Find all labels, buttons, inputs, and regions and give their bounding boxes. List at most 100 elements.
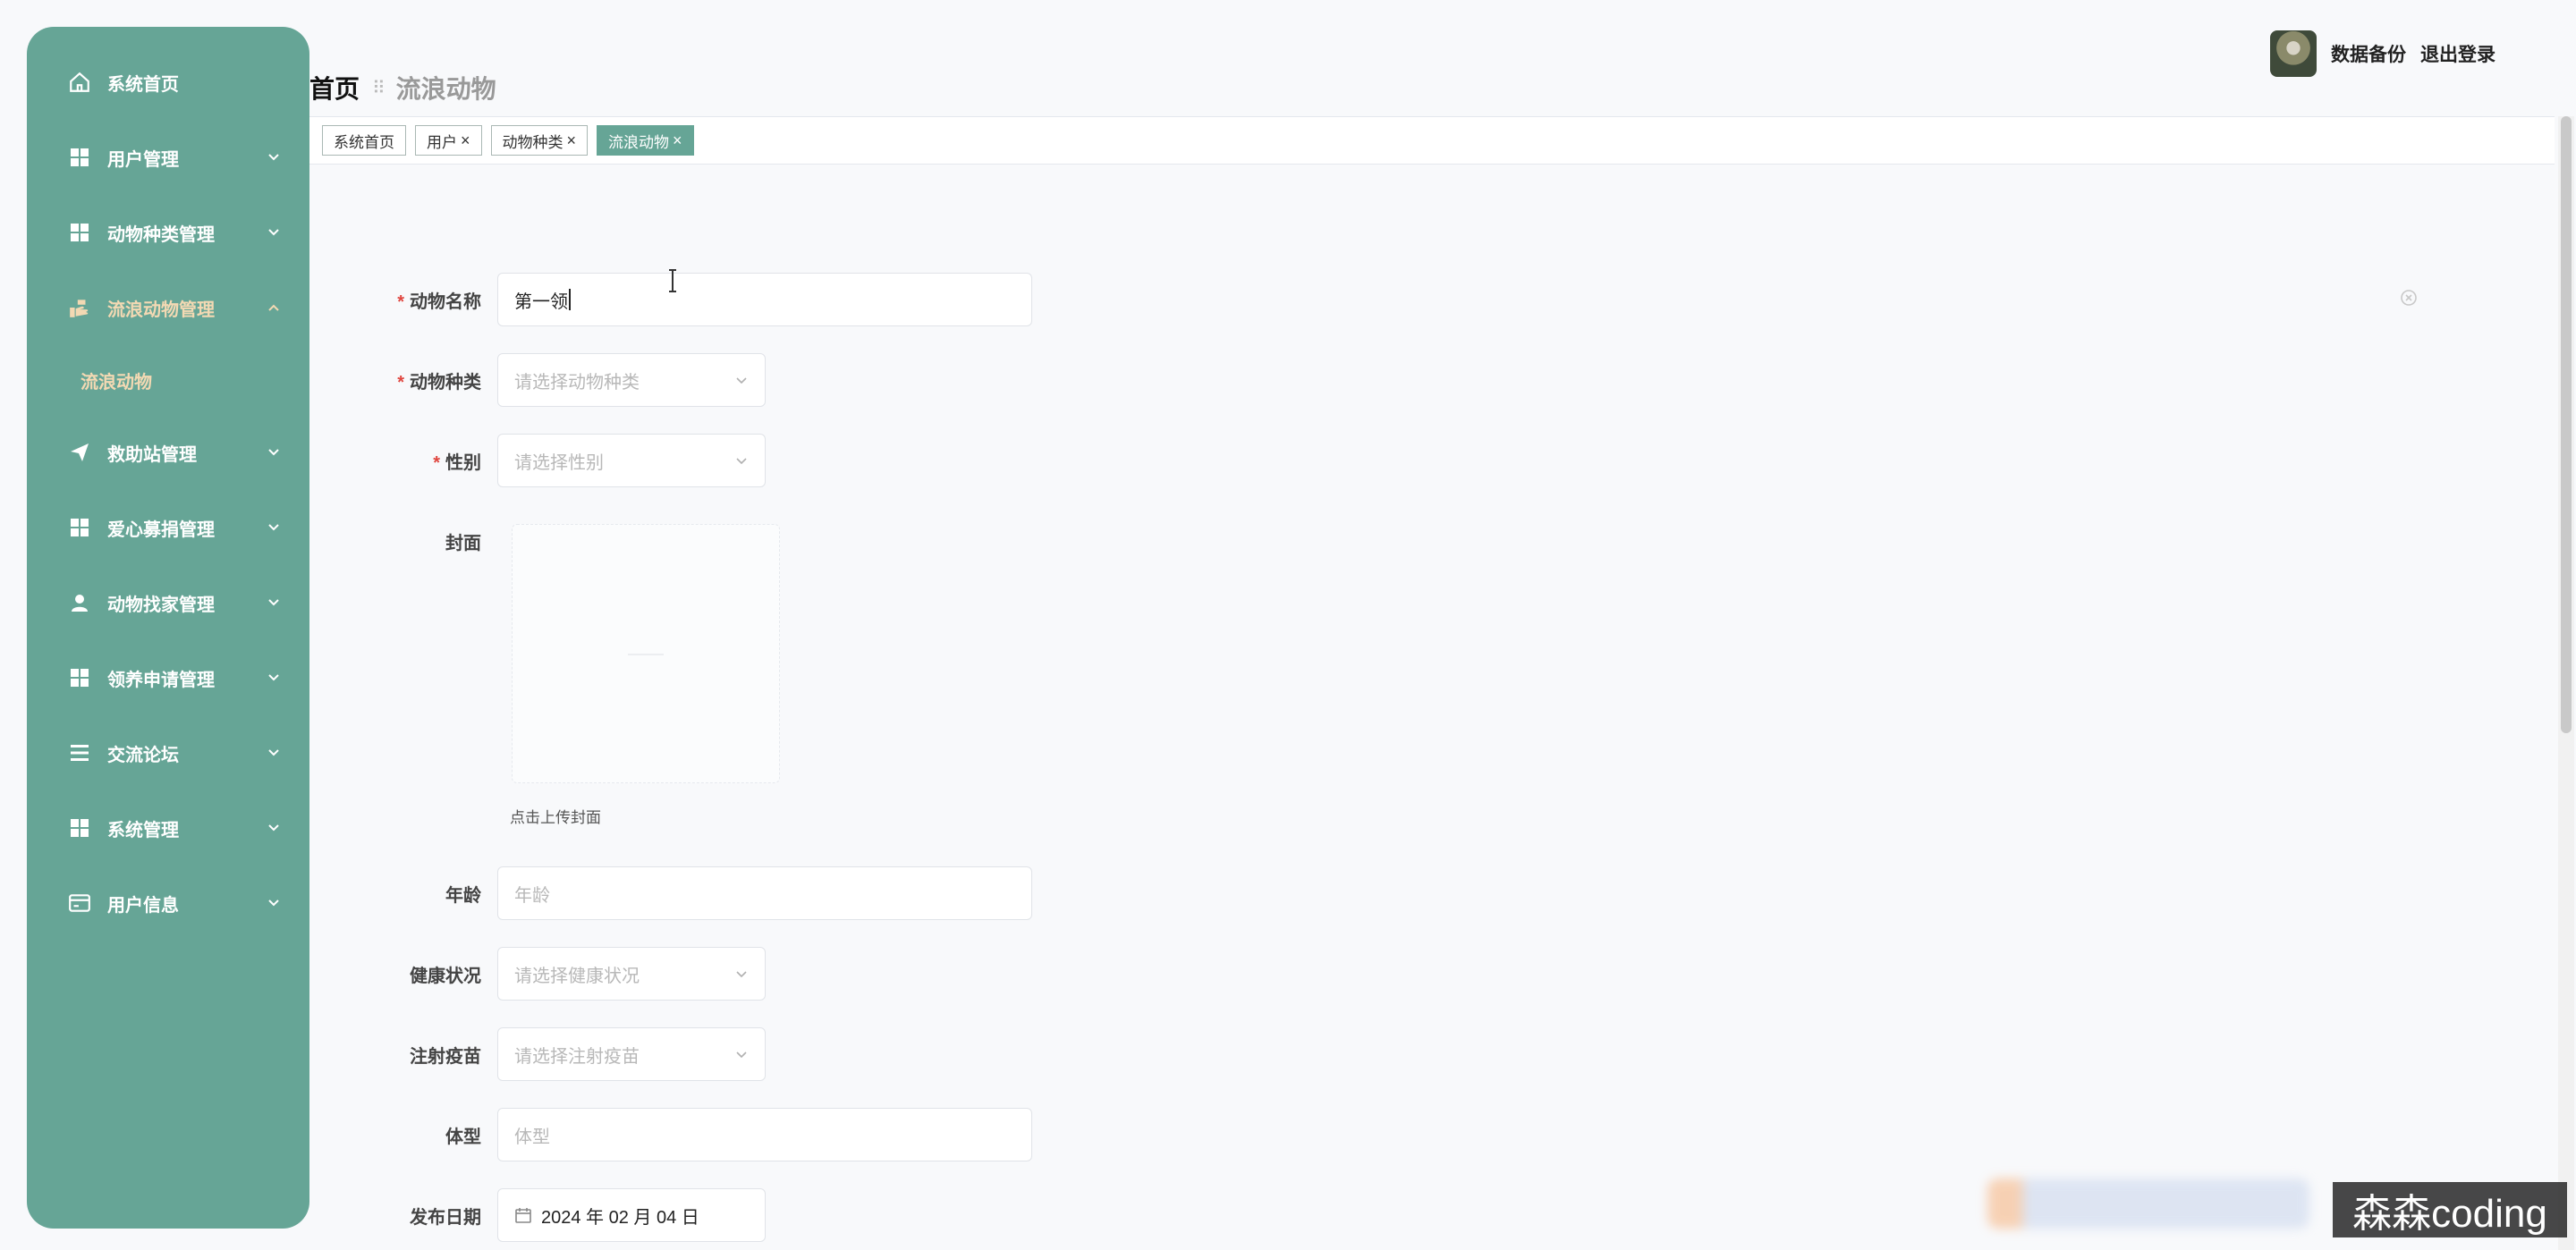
sidebar-item-rescue-station[interactable]: 救助站管理 [27, 415, 309, 490]
chevron-down-icon [268, 824, 279, 832]
chevron-down-icon [268, 154, 279, 161]
sidebar-item-find-home[interactable]: 动物找家管理 [27, 565, 309, 640]
chevron-down-icon [268, 449, 279, 456]
hand-icon [66, 294, 93, 321]
send-icon [66, 439, 93, 466]
sidebar-item-system[interactable]: 系统管理 [27, 790, 309, 866]
animal-name-input[interactable]: 第一领 [497, 273, 1032, 326]
scrollbar-thumb[interactable] [2561, 116, 2572, 733]
vaccine-select[interactable]: 请选择注射疫苗 [497, 1027, 766, 1081]
name-label: * 动物名称 [309, 287, 497, 313]
chevron-down-icon [268, 229, 279, 236]
chevron-down-icon [268, 749, 279, 756]
species-select[interactable]: 请选择动物种类 [497, 353, 766, 407]
sidebar-item-label: 用户信息 [107, 895, 179, 916]
sidebar-item-label: 用户管理 [107, 149, 179, 170]
grid-icon [66, 514, 93, 541]
tag-user[interactable]: 用户 × [415, 125, 482, 156]
chevron-down-icon [736, 458, 747, 465]
form-row-date: 发布日期 2024 年 02 月 04 日 [309, 1187, 1204, 1243]
logout-link[interactable]: 退出登录 [2420, 40, 2496, 67]
sidebar-item-stray-management[interactable]: 流浪动物管理 [27, 270, 309, 345]
tag-home[interactable]: 系统首页 [322, 125, 406, 156]
breadcrumb-current: 流浪动物 [395, 75, 496, 103]
tag-label: 动物种类 [502, 133, 564, 151]
user-icon [66, 589, 93, 616]
health-placeholder: 请选择健康状况 [514, 966, 640, 986]
chevron-down-icon [268, 524, 279, 531]
gender-label-text: 性别 [445, 452, 481, 473]
sidebar-item-label: 动物种类管理 [107, 224, 215, 245]
required-mark: * [397, 372, 404, 393]
form-row-species: * 动物种类 请选择动物种类 [309, 352, 1204, 408]
publish-date-picker[interactable]: 2024 年 02 月 04 日 [497, 1188, 766, 1242]
size-label: 体型 [445, 1127, 481, 1147]
breadcrumb-home[interactable]: 首页 [309, 70, 360, 106]
card-icon [66, 890, 93, 916]
age-input[interactable]: 年龄 [497, 866, 1032, 920]
cover-upload-hint[interactable]: 点击上传封面 [510, 805, 601, 827]
sidebar-item-species-management[interactable]: 动物种类管理 [27, 195, 309, 270]
size-placeholder: 体型 [514, 1127, 550, 1147]
sidebar-item-label: 救助站管理 [107, 444, 197, 465]
size-input[interactable]: 体型 [497, 1108, 1032, 1161]
upload-plus-icon [628, 654, 664, 655]
list-icon [66, 739, 93, 766]
tags-bar: 系统首页 用户 × 动物种类 × 流浪动物 × [309, 116, 2555, 165]
sidebar-item-label: 系统管理 [107, 820, 179, 840]
grid-icon [66, 664, 93, 691]
data-backup-link[interactable]: 数据备份 [2331, 40, 2406, 67]
form-row-age: 年龄 年龄 [309, 866, 1204, 921]
age-placeholder: 年龄 [514, 885, 550, 906]
sidebar-item-label: 领养申请管理 [107, 670, 215, 690]
form-row-vaccine: 注射疫苗 请选择注射疫苗 [309, 1026, 1204, 1082]
grid-icon [66, 219, 93, 246]
gender-label: * 性别 [309, 448, 497, 474]
submenu-item-stray-animals[interactable]: 流浪动物 [27, 345, 309, 415]
cover-label: 封面 [445, 533, 481, 553]
gender-select[interactable]: 请选择性别 [497, 434, 766, 487]
sidebar-item-user-info[interactable]: 用户信息 [27, 866, 309, 941]
tag-species[interactable]: 动物种类 × [490, 125, 589, 156]
sidebar-item-label: 系统首页 [107, 74, 179, 95]
species-label-text: 动物种类 [410, 372, 481, 393]
sidebar-item-home[interactable]: 系统首页 [27, 45, 309, 120]
chevron-up-icon [268, 304, 279, 311]
age-label: 年龄 [445, 885, 481, 906]
sidebar-item-forum[interactable]: 交流论坛 [27, 715, 309, 790]
page-scrollbar[interactable] [2558, 116, 2574, 1250]
watermark: 森森coding [2333, 1182, 2567, 1237]
grid-icon [66, 815, 93, 841]
breadcrumb-separator: ⠿ [372, 78, 386, 98]
health-label: 健康状况 [410, 966, 481, 986]
grid-icon [66, 144, 93, 171]
form-row-name: * 动物名称 第一领 [309, 272, 1204, 327]
gender-placeholder: 请选择性别 [514, 452, 604, 473]
cover-upload-box[interactable] [512, 524, 780, 783]
sidebar-item-label: 动物找家管理 [107, 595, 215, 615]
health-select[interactable]: 请选择健康状况 [497, 947, 766, 1001]
tag-stray-animals[interactable]: 流浪动物 × [597, 125, 694, 156]
tag-label: 流浪动物 [608, 133, 670, 151]
user-bar: 数据备份 退出登录 [2270, 30, 2496, 77]
publish-date-value: 2024 年 02 月 04 日 [541, 1207, 699, 1228]
sidebar-item-adoption[interactable]: 领养申请管理 [27, 640, 309, 715]
home-icon [66, 69, 93, 96]
sidebar-item-donation[interactable]: 爱心募捐管理 [27, 490, 309, 565]
submenu-item-label: 流浪动物 [80, 372, 152, 393]
sidebar-item-label: 流浪动物管理 [107, 300, 215, 320]
calendar-icon [515, 1208, 531, 1223]
required-mark: * [433, 452, 440, 473]
form-row-health: 健康状况 请选择健康状况 [309, 946, 1204, 1001]
sidebar-item-user-management[interactable]: 用户管理 [27, 120, 309, 195]
close-icon[interactable]: × [461, 132, 470, 148]
avatar[interactable] [2270, 30, 2317, 77]
tag-label: 用户 [427, 133, 457, 151]
circle-close-icon[interactable] [2399, 288, 2419, 308]
close-icon[interactable]: × [567, 132, 577, 148]
name-label-text: 动物名称 [410, 291, 481, 312]
species-label: * 动物种类 [309, 367, 497, 393]
close-icon[interactable]: × [673, 132, 682, 148]
sidebar-item-label: 爱心募捐管理 [107, 519, 215, 540]
chevron-down-icon [268, 599, 279, 606]
